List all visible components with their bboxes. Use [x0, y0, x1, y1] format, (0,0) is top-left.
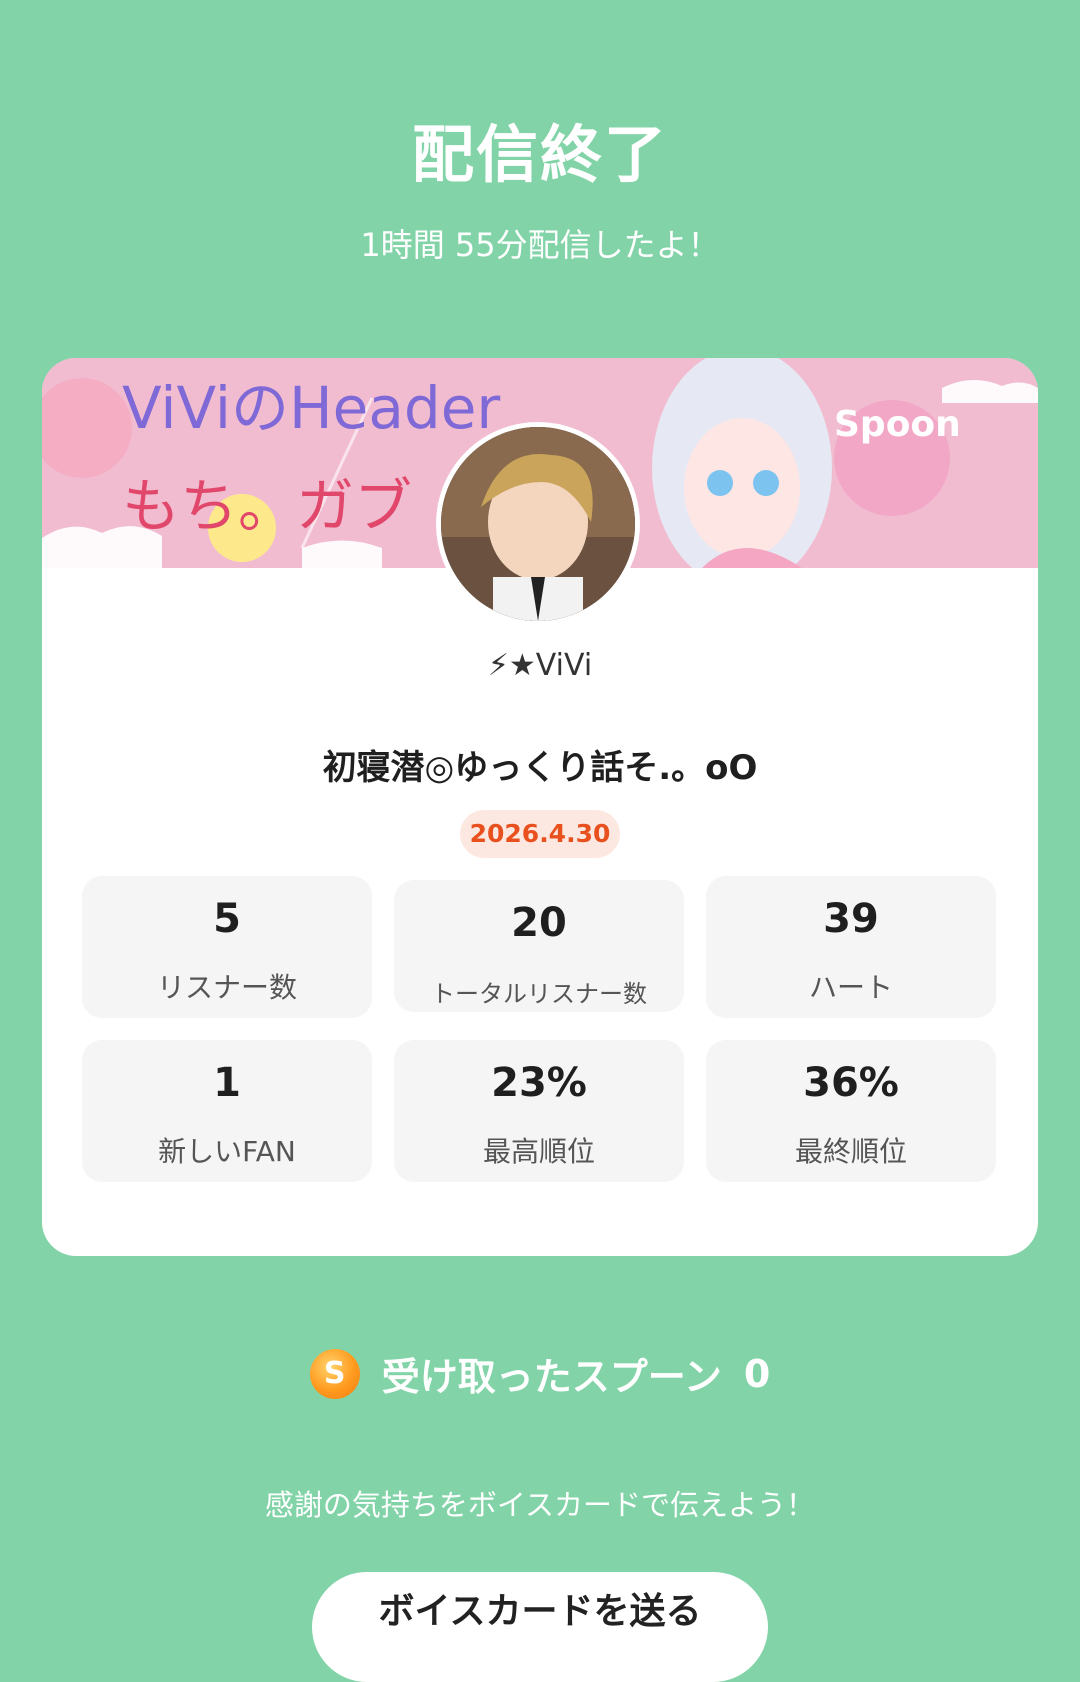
- received-spoons-label: 受け取ったスプーン: [381, 1355, 722, 1399]
- page-title: 配信終了: [411, 118, 668, 191]
- avatar[interactable]: [436, 422, 640, 626]
- stat-label: リスナー数: [156, 971, 297, 1004]
- stat-hearts: 39 ハート: [706, 876, 996, 1018]
- stat-value: 20: [511, 900, 567, 946]
- stat-label: 最高順位: [482, 1135, 595, 1168]
- summary-card: ViViのHeader もち。ガブ Spoon ⚡★ViVi 初寝潜◎ゆっくり話…: [42, 358, 1038, 1256]
- stat-total-listeners: 20 トータルリスナー数: [394, 880, 684, 1012]
- stat-label: 新しいFAN: [158, 1135, 296, 1168]
- received-spoons-count: 0: [743, 1351, 771, 1396]
- stat-highest-rank: 23% 最高順位: [394, 1040, 684, 1182]
- received-spoons: S 受け取ったスプーン 0: [0, 1346, 1080, 1406]
- duration-subtitle: 1時間 55分配信したよ！: [360, 226, 720, 264]
- stat-label: 最終順位: [794, 1135, 907, 1168]
- svg-text:もち。ガブ: もち。ガブ: [122, 472, 412, 540]
- stat-value: 39: [823, 896, 879, 942]
- stat-value: 36%: [803, 1060, 899, 1106]
- stat-final-rank: 36% 最終順位: [706, 1040, 996, 1182]
- spoon-coin-icon: S: [309, 1348, 360, 1399]
- send-voice-card-button[interactable]: ボイスカードを送る: [312, 1572, 768, 1682]
- stat-listeners: 5 リスナー数: [82, 876, 372, 1018]
- svg-text:ViViのHeader: ViViのHeader: [122, 374, 500, 442]
- stat-label: トータルリスナー数: [431, 980, 647, 1008]
- thanks-message: 感謝の気持ちをボイスカードで伝えよう！: [264, 1488, 816, 1522]
- stat-value: 5: [213, 896, 241, 942]
- stat-value: 23%: [491, 1060, 587, 1106]
- stream-title: 初寝潜◎ゆっくり話そ.。oO: [322, 748, 758, 788]
- stat-value: 1: [213, 1060, 241, 1106]
- date-badge: 2026.4.30: [460, 810, 620, 858]
- stat-new-fans: 1 新しいFAN: [82, 1040, 372, 1182]
- username[interactable]: ⚡★ViVi: [42, 648, 1038, 683]
- spoon-brand: Spoon: [834, 404, 961, 445]
- stat-label: ハート: [808, 971, 893, 1004]
